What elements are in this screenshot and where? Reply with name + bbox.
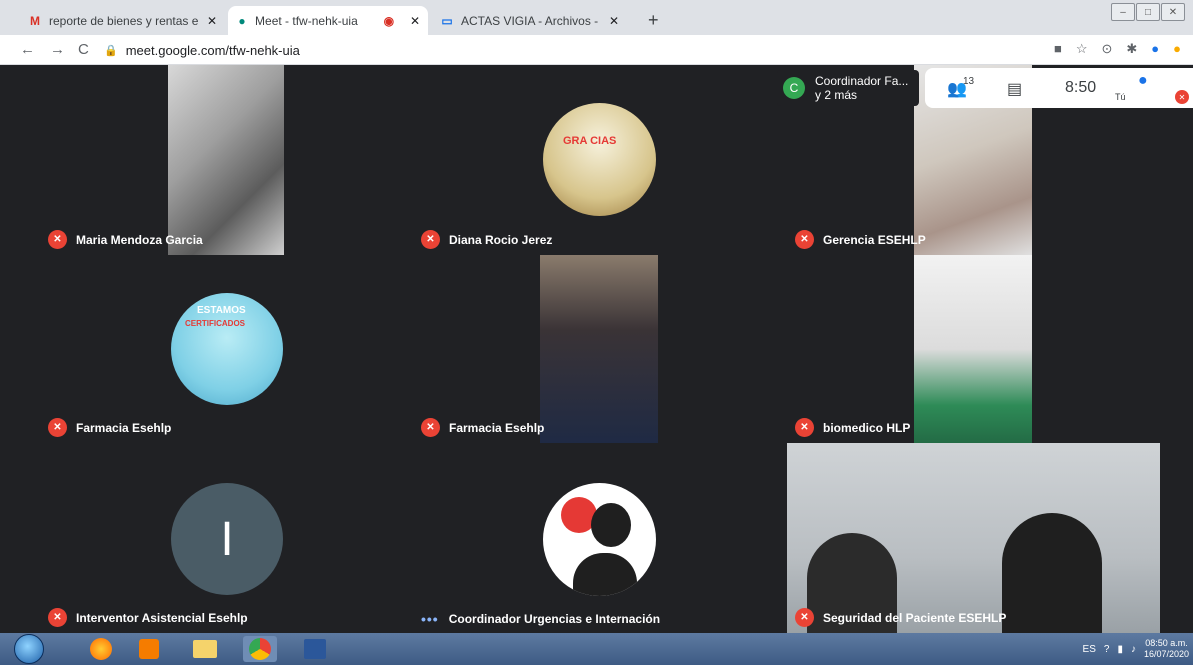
media-player-icon[interactable] bbox=[132, 636, 166, 662]
volume-icon[interactable]: ♪ bbox=[1131, 644, 1136, 655]
windows-taskbar: ES ? ▮ ♪ 08:50 a.m. 16/07/2020 bbox=[0, 633, 1193, 665]
meet-grid: ✕ Maria Mendoza Garcia GRA CIAS ✕ Diana … bbox=[0, 65, 1193, 633]
presenter-chip[interactable]: C Coordinador Fa... y 2 más bbox=[777, 70, 919, 106]
gmail-icon: M bbox=[30, 13, 40, 28]
language-indicator[interactable]: ES bbox=[1083, 644, 1096, 655]
participant-name: ✕ Maria Mendoza Garcia bbox=[48, 230, 203, 249]
recording-icon: ◉ bbox=[383, 13, 395, 28]
mic-off-icon: ✕ bbox=[795, 230, 814, 249]
mic-off-icon: ✕ bbox=[795, 608, 814, 627]
participant-video bbox=[168, 65, 284, 255]
mic-off-icon: ✕ bbox=[48, 418, 67, 437]
extension-icon[interactable]: ⊙ bbox=[1101, 41, 1112, 57]
screen: M reporte de bienes y rentas en sig ✕ ● … bbox=[0, 0, 1193, 665]
tab-lynxcloud[interactable]: ▭ ACTAS VIGIA - Archivos - LynxClo ✕ bbox=[432, 6, 632, 35]
puzzle-icon[interactable]: ✱ bbox=[1126, 41, 1137, 57]
close-tab-icon[interactable]: ✕ bbox=[410, 14, 420, 28]
participant-avatar: I bbox=[171, 483, 283, 595]
participant-avatar: ESTAMOS CERTIFICADOS bbox=[171, 293, 283, 405]
participant-name: ✕ Seguridad del Paciente ESEHLP bbox=[795, 608, 1006, 627]
participant-name: ✕ Farmacia Esehlp bbox=[48, 418, 171, 437]
self-avatar-icon: ● bbox=[1138, 72, 1148, 89]
maximize-button[interactable]: □ bbox=[1136, 3, 1160, 21]
close-tab-icon[interactable]: ✕ bbox=[207, 14, 217, 28]
participant-tile[interactable]: ✕ Farmacia Esehlp bbox=[413, 255, 786, 443]
speaking-indicator-icon: ••• bbox=[421, 611, 439, 627]
mic-off-icon: ✕ bbox=[421, 230, 440, 249]
participant-name: ✕ Farmacia Esehlp bbox=[421, 418, 544, 437]
minimize-button[interactable]: – bbox=[1111, 3, 1135, 21]
close-window-button[interactable]: ✕ bbox=[1161, 3, 1185, 21]
folder-icon: ▭ bbox=[441, 13, 453, 28]
participant-name: ✕ Diana Rocio Jerez bbox=[421, 230, 552, 249]
participant-video bbox=[914, 255, 1032, 443]
meet-icon: ● bbox=[238, 13, 246, 28]
start-button[interactable] bbox=[14, 634, 44, 664]
profile-icon[interactable]: ● bbox=[1151, 41, 1159, 57]
participant-tile[interactable]: GRA CIAS ✕ Diana Rocio Jerez bbox=[413, 65, 786, 255]
browser-toolbar: ← → C 🔒 meet.google.com/tfw-nehk-uia ■ ☆… bbox=[0, 35, 1193, 65]
participant-tile[interactable]: ESTAMOS CERTIFICADOS ✕ Farmacia Esehlp bbox=[40, 255, 412, 443]
forward-icon[interactable]: → bbox=[50, 41, 65, 58]
participant-name: ✕ Interventor Asistencial Esehlp bbox=[48, 608, 248, 627]
reload-icon[interactable]: C bbox=[78, 41, 89, 58]
chat-icon[interactable]: ▤ bbox=[1007, 79, 1022, 99]
participant-name: ✕ biomedico HLP bbox=[795, 418, 910, 437]
word-icon[interactable] bbox=[298, 636, 332, 662]
self-mic-off-icon: ✕ bbox=[1175, 90, 1189, 104]
participant-name: ✕ Gerencia ESEHLP bbox=[795, 230, 926, 249]
participant-avatar bbox=[543, 483, 656, 596]
participant-avatar: GRA CIAS bbox=[543, 103, 656, 216]
participant-tile[interactable]: ••• Coordinador Urgencias e Internación bbox=[413, 443, 786, 633]
participant-tile[interactable]: ✕ Seguridad del Paciente ESEHLP bbox=[787, 443, 1160, 633]
toolbar-icons: ■ ☆ ⊙ ✱ ● ● bbox=[1054, 41, 1181, 57]
participant-tile[interactable]: ✕ Maria Mendoza Garcia bbox=[40, 65, 412, 255]
chrome-icon[interactable] bbox=[243, 636, 277, 662]
browser-tab-strip: M reporte de bienes y rentas en sig ✕ ● … bbox=[0, 0, 1193, 35]
participant-tile[interactable]: I ✕ Interventor Asistencial Esehlp bbox=[40, 443, 412, 633]
mic-off-icon: ✕ bbox=[795, 418, 814, 437]
participant-tile[interactable]: ✕ biomedico HLP bbox=[787, 255, 1160, 443]
back-icon[interactable]: ← bbox=[20, 41, 35, 58]
mic-off-icon: ✕ bbox=[48, 608, 67, 627]
help-icon[interactable]: ? bbox=[1104, 644, 1110, 655]
meet-top-bar: 👥 13 ▤ 8:50 ● Tú ✕ bbox=[925, 68, 1193, 108]
firefox-icon[interactable] bbox=[84, 636, 118, 662]
network-icon[interactable]: ▮ bbox=[1117, 644, 1123, 655]
mic-off-icon: ✕ bbox=[421, 418, 440, 437]
close-tab-icon[interactable]: ✕ bbox=[609, 14, 619, 28]
tab-gmail[interactable]: M reporte de bienes y rentas en sig ✕ bbox=[20, 6, 228, 35]
clock[interactable]: 08:50 a.m. 16/07/2020 bbox=[1144, 638, 1189, 660]
mic-off-icon: ✕ bbox=[48, 230, 67, 249]
lock-icon: 🔒 bbox=[104, 44, 118, 57]
alert-icon[interactable]: ● bbox=[1173, 41, 1181, 57]
window-controls: – □ ✕ bbox=[1110, 3, 1185, 21]
tab-meet[interactable]: ● Meet - tfw-nehk-uia ◉ ✕ bbox=[228, 6, 428, 35]
camera-icon[interactable]: ■ bbox=[1054, 41, 1062, 57]
system-tray: ES ? ▮ ♪ 08:50 a.m. 16/07/2020 bbox=[1083, 633, 1189, 665]
address-bar[interactable]: 🔒 meet.google.com/tfw-nehk-uia bbox=[104, 39, 1004, 61]
participant-video bbox=[540, 255, 658, 443]
file-explorer-icon[interactable] bbox=[188, 636, 222, 662]
participant-name: ••• Coordinador Urgencias e Internación bbox=[421, 611, 661, 627]
star-icon[interactable]: ☆ bbox=[1076, 41, 1088, 57]
new-tab-button[interactable]: + bbox=[648, 10, 659, 31]
meeting-time: 8:50 bbox=[1065, 79, 1097, 96]
